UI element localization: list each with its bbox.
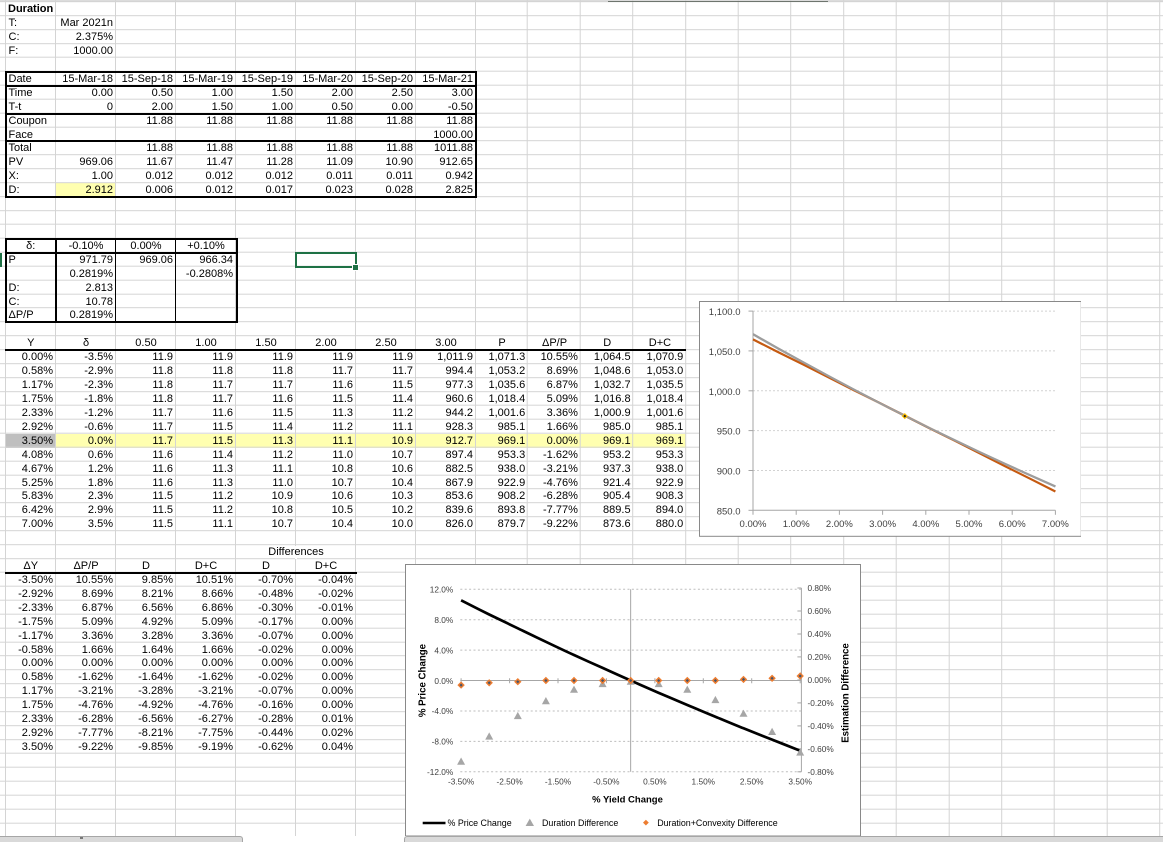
svg-text:-0.20%: -0.20% (807, 698, 834, 708)
svg-text:4.0%: 4.0% (434, 645, 454, 655)
svg-text:Estimation Difference: Estimation Difference (840, 642, 851, 742)
svg-text:12.0%: 12.0% (429, 584, 453, 594)
svg-text:5.00%: 5.00% (955, 520, 982, 531)
svg-text:950.0: 950.0 (716, 427, 740, 438)
svg-text:1,000.0: 1,000.0 (708, 387, 740, 398)
svg-text:8.0%: 8.0% (434, 614, 454, 624)
svg-text:3.50%: 3.50% (788, 776, 812, 786)
svg-text:6.00%: 6.00% (998, 520, 1025, 531)
svg-text:% Price Change: % Price Change (447, 818, 511, 828)
svg-text:2.50%: 2.50% (739, 776, 763, 786)
svg-text:-8.0%: -8.0% (431, 736, 453, 746)
svg-text:0.20%: 0.20% (807, 652, 831, 662)
svg-text:1.50%: 1.50% (691, 776, 715, 786)
svg-text:7.00%: 7.00% (1042, 520, 1069, 531)
svg-text:0.00%: 0.00% (739, 520, 766, 531)
svg-text:Duration Difference: Duration Difference (542, 818, 618, 828)
svg-text:3.00%: 3.00% (869, 520, 896, 531)
svg-text:900.0: 900.0 (716, 467, 740, 478)
svg-text:-2.50%: -2.50% (496, 776, 523, 786)
svg-text:0.40%: 0.40% (807, 629, 831, 639)
svg-text:0.50%: 0.50% (643, 776, 667, 786)
svg-text:0.80%: 0.80% (807, 583, 831, 593)
svg-text:4.00%: 4.00% (912, 520, 939, 531)
svg-text:-0.40%: -0.40% (807, 721, 834, 731)
svg-text:-0.60%: -0.60% (807, 744, 834, 754)
svg-text:2.00%: 2.00% (826, 520, 853, 531)
svg-text:0.60%: 0.60% (807, 606, 831, 616)
svg-text:0.0%: 0.0% (434, 675, 454, 685)
svg-text:-4.0%: -4.0% (431, 706, 453, 716)
svg-text:1,050.0: 1,050.0 (708, 347, 740, 358)
svg-text:-1.50%: -1.50% (544, 776, 571, 786)
svg-text:0.00%: 0.00% (807, 675, 831, 685)
svg-text:1.00%: 1.00% (782, 520, 809, 531)
svg-text:850.0: 850.0 (716, 507, 740, 518)
svg-text:% Yield Change: % Yield Change (592, 794, 663, 805)
svg-text:1,100.0: 1,100.0 (708, 307, 740, 318)
svg-text:-0.50%: -0.50% (593, 776, 620, 786)
svg-text:% Price Change: % Price Change (417, 643, 428, 717)
svg-text:-3.50%: -3.50% (447, 776, 474, 786)
svg-text:Duration+Convexity Difference: Duration+Convexity Difference (657, 818, 778, 828)
